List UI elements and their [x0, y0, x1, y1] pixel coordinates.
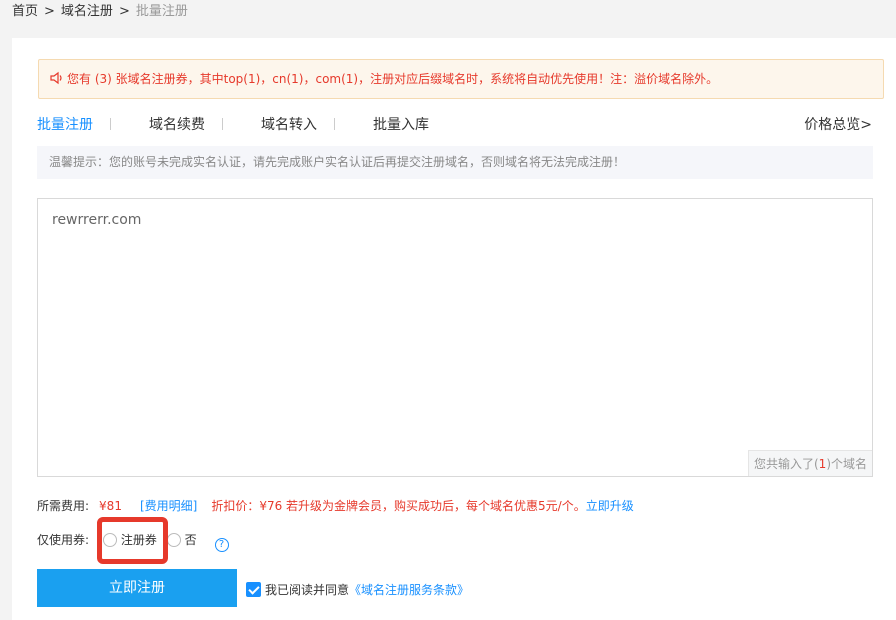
- coupon-label: 仅使用券:: [37, 533, 90, 547]
- fee-label: 所需费用:: [37, 499, 90, 513]
- price-overview-link[interactable]: 价格总览>: [804, 114, 872, 136]
- tab-bar: 批量注册 域名续费 域名转入 批量入库: [37, 114, 429, 136]
- agree-text: 我已阅读并同意: [265, 583, 350, 597]
- domain-input-area: 您共输入了(1)个域名: [37, 198, 873, 477]
- breadcrumb: 首页 > 域名注册 > 批量注册: [12, 3, 188, 21]
- help-icon[interactable]: ?: [214, 538, 229, 552]
- realname-tip: 温馨提示：您的账号未完成实名认证，请先完成账户实名认证后再提交注册域名，否则域名…: [37, 146, 873, 179]
- radio-label: 否: [184, 533, 197, 547]
- count-prefix: 您共输入了(: [753, 457, 819, 471]
- coupon-row: 仅使用券: 注册券 否 ?: [37, 530, 229, 552]
- terms-link[interactable]: 《域名注册服务条款》: [349, 583, 469, 597]
- agree-checkbox[interactable]: [246, 582, 261, 597]
- register-submit-button[interactable]: 立即注册: [37, 569, 237, 607]
- fee-price: ¥81: [99, 499, 122, 513]
- breadcrumb-home[interactable]: 首页: [12, 4, 38, 19]
- breadcrumb-domain-register[interactable]: 域名注册: [61, 4, 113, 19]
- tab-divider: [334, 118, 335, 130]
- tab-domain-transfer[interactable]: 域名转入: [261, 114, 317, 136]
- domain-count: 您共输入了(1)个域名: [748, 450, 872, 476]
- radio-label: 注册券: [120, 533, 157, 547]
- coupon-notice: 您有 (3) 张域名注册券，其中top(1)，cn(1)，com(1)，注册对应…: [38, 59, 884, 99]
- radio-circle[interactable]: [166, 533, 181, 547]
- tab-domain-renew[interactable]: 域名续费: [149, 114, 205, 136]
- breadcrumb-current: 批量注册: [135, 4, 188, 19]
- discount-text: 折扣价：¥76 若升级为金牌会员，购买成功后，每个域名优惠5元/个。: [211, 499, 586, 513]
- tab-divider: [222, 118, 223, 130]
- main-panel: 您有 (3) 张域名注册券，其中top(1)，cn(1)，com(1)，注册对应…: [12, 38, 896, 620]
- speaker-icon: [50, 71, 62, 85]
- tab-divider: [110, 118, 111, 130]
- agreement: 我已阅读并同意《域名注册服务条款》: [246, 581, 469, 599]
- tab-batch-import[interactable]: 批量入库: [373, 114, 429, 136]
- fee-detail-link[interactable]: [费用明细]: [140, 499, 197, 513]
- breadcrumb-separator: >: [44, 4, 55, 19]
- breadcrumb-separator: >: [118, 4, 130, 19]
- radio-circle[interactable]: [102, 533, 117, 547]
- coupon-radio-register[interactable]: 注册券: [102, 530, 157, 550]
- count-suffix: )个域名: [826, 457, 867, 471]
- fee-row: 所需费用: ¥81 [费用明细] 折扣价：¥76 若升级为金牌会员，购买成功后，每个域…: [37, 497, 634, 515]
- coupon-radio-no[interactable]: 否: [166, 530, 197, 550]
- notice-text: 您有 (3) 张域名注册券，其中top(1)，cn(1)，com(1)，注册对应…: [67, 72, 719, 86]
- upgrade-link[interactable]: 立即升级: [586, 499, 634, 513]
- tab-batch-register[interactable]: 批量注册: [37, 114, 93, 136]
- domain-textarea[interactable]: [38, 199, 872, 476]
